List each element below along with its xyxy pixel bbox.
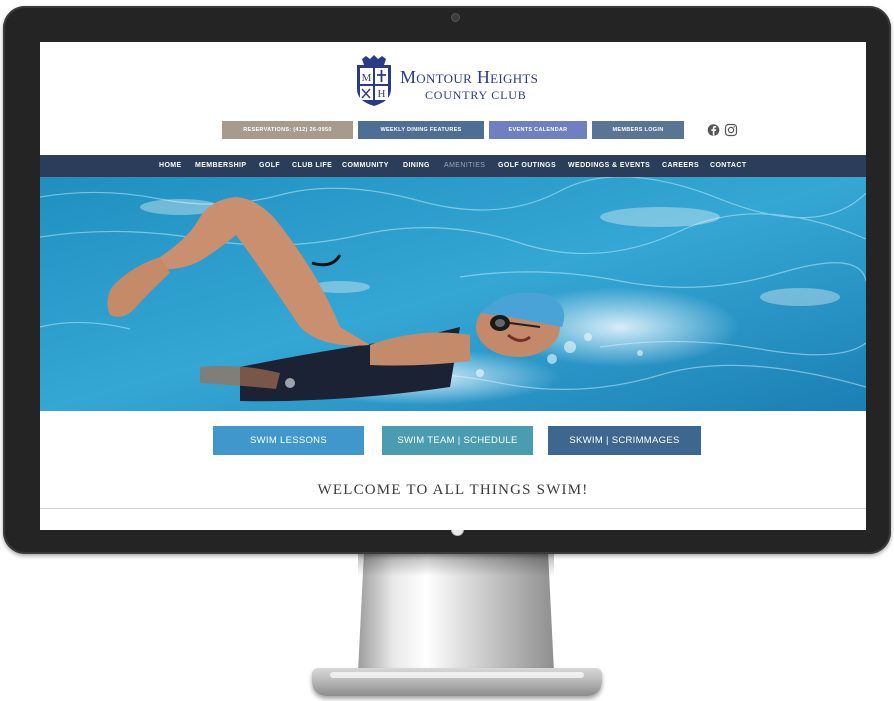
swim-team-schedule-button[interactable]: SWIM TEAM | SCHEDULE bbox=[382, 426, 533, 455]
weekly-dining-features-button[interactable]: WEEKLY DINING FEATURES bbox=[358, 121, 484, 139]
nav-item-membership[interactable]: MEMBERSHIP bbox=[195, 155, 246, 177]
crest-icon: M H bbox=[357, 55, 391, 106]
nav-item-weddings-events[interactable]: WEDDINGS & EVENTS bbox=[568, 155, 650, 177]
welcome-heading: WELCOME TO ALL THINGS SWIM! bbox=[317, 482, 589, 498]
skwim-scrimmages-button[interactable]: SKWIM | SCRIMMAGES bbox=[548, 426, 701, 455]
nav-item-careers[interactable]: CAREERS bbox=[662, 155, 699, 177]
monitor-foot-highlight bbox=[330, 672, 584, 678]
facebook-icon[interactable] bbox=[707, 122, 720, 138]
club-name-line1: Montour Heights bbox=[400, 67, 539, 87]
nav-item-community[interactable]: COMMUNITY bbox=[342, 155, 389, 177]
camera-icon bbox=[451, 13, 460, 22]
nav-item-club-life[interactable]: CLUB LIFE bbox=[292, 155, 332, 177]
crest-letter-m: M bbox=[362, 72, 372, 84]
club-name-line2: COUNTRY CLUB bbox=[425, 88, 527, 102]
nav-item-amenities[interactable]: AMENITIES bbox=[444, 155, 485, 177]
nav-item-home[interactable]: HOME bbox=[159, 155, 182, 177]
website-screen: M H Montour Heights COUNTRY CLUB RESERVA… bbox=[40, 42, 866, 530]
instagram-icon[interactable] bbox=[724, 122, 738, 138]
nav-item-dining[interactable]: DINING bbox=[403, 155, 430, 177]
reservations-button[interactable]: RESERVATIONS: (412) 26-0950 bbox=[222, 121, 353, 139]
nav-item-contact[interactable]: CONTACT bbox=[710, 155, 747, 177]
nav-item-golf[interactable]: GOLF bbox=[259, 155, 280, 177]
monitor-stand-shadow bbox=[358, 554, 554, 576]
swim-lessons-button[interactable]: SWIM LESSONS bbox=[213, 426, 364, 455]
content-divider bbox=[40, 508, 866, 509]
crest-letter-h: H bbox=[378, 88, 386, 100]
nav-item-golf-outings[interactable]: GOLF OUTINGS bbox=[498, 155, 556, 177]
main-navigation: HOME MEMBERSHIP GOLF CLUB LIFE COMMUNITY… bbox=[40, 155, 866, 177]
events-calendar-button[interactable]: EVENTS CALENDAR bbox=[489, 121, 587, 139]
hero-swimmer-image bbox=[40, 177, 866, 411]
members-login-button[interactable]: MEMBERS LOGIN bbox=[592, 121, 684, 139]
utility-button-bar: RESERVATIONS: (412) 26-0950 WEEKLY DININ… bbox=[40, 121, 866, 139]
club-logo[interactable]: M H Montour Heights COUNTRY CLUB bbox=[354, 55, 569, 109]
